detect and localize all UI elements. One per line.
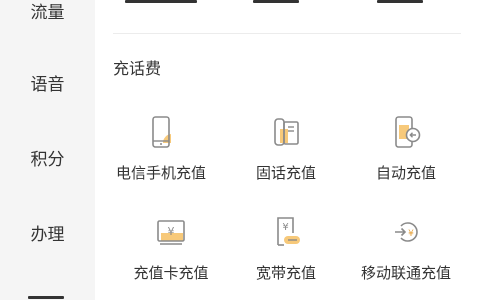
previous-row-partial xyxy=(95,0,480,6)
sidebar-item-handle[interactable]: 办理 xyxy=(0,223,95,247)
auto-recharge-icon xyxy=(395,116,421,148)
tile-label: 充值卡充值 xyxy=(133,264,209,282)
tile-landline-recharge[interactable]: 固话充值 xyxy=(225,113,347,193)
sidebar-item-data[interactable]: 流量 xyxy=(0,1,95,25)
mobile-phone-icon xyxy=(152,116,171,148)
tile-label: 电信手机充值 xyxy=(115,164,206,182)
svg-text:¥: ¥ xyxy=(282,222,288,233)
other-carrier-recharge-icon: ¥ xyxy=(395,222,418,242)
tile-label: 固话充值 xyxy=(255,164,316,182)
svg-text:¥: ¥ xyxy=(408,229,414,239)
sidebar-item-points[interactable]: 积分 xyxy=(0,148,95,172)
recharge-card-icon: ¥ xyxy=(157,220,185,245)
section-divider xyxy=(113,33,461,34)
tile-card-recharge[interactable]: ¥ 充值卡充值 xyxy=(110,213,232,293)
svg-text:¥: ¥ xyxy=(168,225,175,238)
tile-broadband-recharge[interactable]: ¥ 宽带充值 xyxy=(225,213,347,293)
main-content: 充话费 电信手机充值 固话充值 自动充值 ¥ 充值卡充值 ¥ 宽带充值 ¥ 移动… xyxy=(95,0,480,300)
tile-label: 自动充值 xyxy=(375,164,436,182)
sidebar-item-voice[interactable]: 语音 xyxy=(0,73,95,97)
landline-phone-icon xyxy=(274,118,299,146)
tile-auto-recharge[interactable]: 自动充值 xyxy=(345,113,467,193)
tile-other-carrier-recharge[interactable]: ¥ 移动联通充值 xyxy=(345,213,467,293)
tile-mobile-recharge[interactable]: 电信手机充值 xyxy=(100,113,222,193)
tile-label: 移动联通充值 xyxy=(360,264,451,282)
recharge-screen: 流量 语音 积分 办理 充话费 电信手机充值 固话充值 自动充值 ¥ 充值卡充值… xyxy=(0,0,480,300)
sidebar-item-partial xyxy=(28,290,64,300)
category-sidebar: 流量 语音 积分 办理 xyxy=(0,0,95,300)
broadband-recharge-icon: ¥ xyxy=(277,217,300,246)
section-title: 充话费 xyxy=(113,59,162,78)
tile-label: 宽带充值 xyxy=(255,264,316,282)
